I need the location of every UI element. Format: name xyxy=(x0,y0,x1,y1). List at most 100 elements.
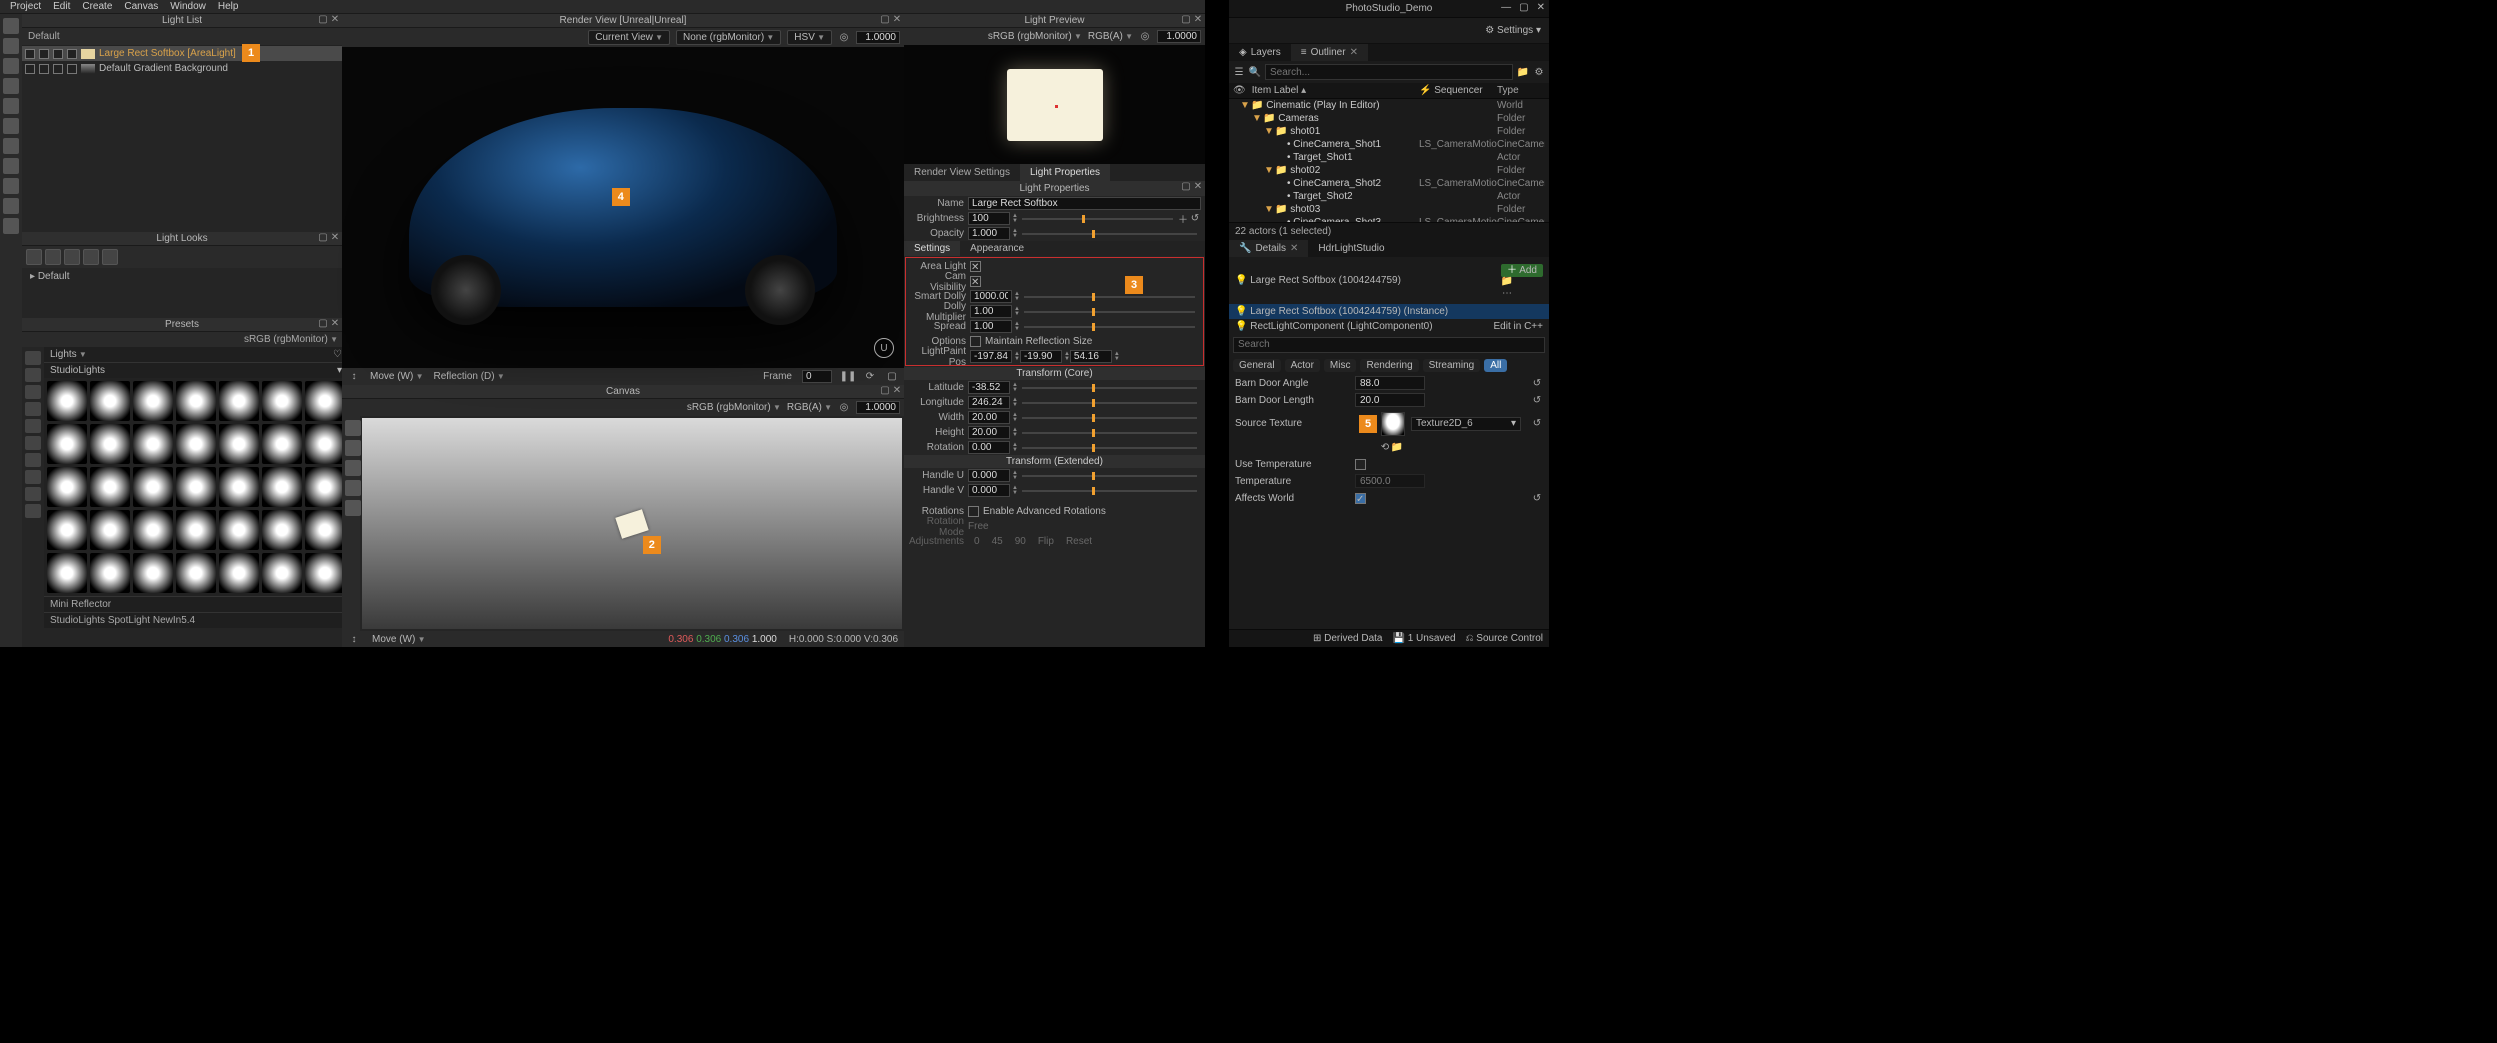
ptool-2[interactable] xyxy=(25,368,41,382)
ptool-5[interactable] xyxy=(25,419,41,433)
preset-thumb[interactable] xyxy=(90,467,130,507)
texture-dropdown[interactable]: Texture2D_6▾ xyxy=(1411,417,1521,431)
lp-monitor[interactable]: sRGB (rgbMonitor) xyxy=(988,31,1082,42)
add-icon[interactable]: ＋ xyxy=(1177,213,1189,225)
preset-thumb[interactable] xyxy=(133,553,173,593)
subtab-appearance[interactable]: Appearance xyxy=(960,241,1034,256)
preset-thumb[interactable] xyxy=(176,510,216,550)
pause-icon[interactable]: ❚❚ xyxy=(842,371,854,383)
refresh-icon[interactable]: ⟳ xyxy=(864,371,876,383)
tool-6[interactable] xyxy=(3,118,19,134)
settings-icon[interactable]: ⚙ xyxy=(1533,66,1545,78)
preset-thumb[interactable] xyxy=(133,510,173,550)
reset-icon[interactable]: ↺ xyxy=(1531,418,1543,430)
undock-icon[interactable]: ▢ xyxy=(318,14,328,24)
tab-render-settings[interactable]: Render View Settings xyxy=(904,164,1020,181)
maximize-icon[interactable]: ▢ xyxy=(1519,2,1528,13)
maintain-refl-checkbox[interactable] xyxy=(970,336,981,347)
preset-thumb[interactable] xyxy=(305,381,345,421)
canvas-tool-2[interactable] xyxy=(345,440,361,456)
canvas-tool-4[interactable] xyxy=(345,480,361,496)
light-row-bg[interactable]: Default Gradient Background xyxy=(22,61,342,76)
undock-icon[interactable]: ▢ xyxy=(880,14,890,24)
preset-thumb[interactable] xyxy=(219,553,259,593)
preset-thumb[interactable] xyxy=(262,424,302,464)
link-checkbox[interactable] xyxy=(67,49,77,59)
texture-thumbnail[interactable] xyxy=(1381,412,1405,436)
move-mode[interactable]: Move (W) xyxy=(370,371,423,382)
tab-close-icon[interactable]: ✕ xyxy=(1350,47,1358,58)
preset-thumb[interactable] xyxy=(47,424,87,464)
close-icon[interactable]: ✕ xyxy=(892,385,902,395)
tool-8[interactable] xyxy=(3,158,19,174)
ptool-10[interactable] xyxy=(25,504,41,518)
barn-angle-input[interactable] xyxy=(1355,376,1425,390)
close-icon[interactable]: ✕ xyxy=(330,232,340,242)
move-icon[interactable]: ↕ xyxy=(348,371,360,383)
canvas-tool-1[interactable] xyxy=(345,420,361,436)
looks-btn-3[interactable] xyxy=(64,249,80,265)
canvas-tool-5[interactable] xyxy=(345,500,361,516)
preset-thumb[interactable] xyxy=(262,467,302,507)
longitude-input[interactable] xyxy=(968,396,1010,409)
rotation-input[interactable] xyxy=(968,441,1010,454)
preset-thumb[interactable] xyxy=(133,467,173,507)
browse-icon[interactable]: 📁 xyxy=(1501,276,1513,288)
softbox-handle[interactable] xyxy=(615,509,648,539)
outliner-row[interactable]: ▼📁 Cinematic (Play In Editor)World xyxy=(1229,99,1549,112)
ptool-3[interactable] xyxy=(25,385,41,399)
light-preview-viewport[interactable] xyxy=(904,45,1205,164)
menu-project[interactable]: Project xyxy=(10,1,41,12)
tool-2[interactable] xyxy=(3,38,19,54)
undock-icon[interactable]: ▢ xyxy=(880,385,890,395)
heart-icon[interactable]: ♡ xyxy=(333,349,342,360)
preset-thumb[interactable] xyxy=(47,510,87,550)
outliner-row[interactable]: ▼📁 shot02Folder xyxy=(1229,164,1549,177)
undock-icon[interactable]: ▢ xyxy=(1181,14,1191,24)
tab-layers[interactable]: ◈ Layers xyxy=(1229,44,1291,61)
canvas-monitor[interactable]: sRGB (rgbMonitor) xyxy=(687,402,781,413)
longitude-slider[interactable] xyxy=(1022,402,1197,404)
source-control[interactable]: ⎌ Source Control xyxy=(1466,633,1543,644)
outliner-row[interactable]: • Target_Shot1Actor xyxy=(1229,151,1549,164)
move-icon[interactable]: ↕ xyxy=(348,633,360,645)
use-temp-checkbox[interactable] xyxy=(1355,459,1366,470)
tool-10[interactable] xyxy=(3,198,19,214)
enable-checkbox[interactable] xyxy=(25,49,35,59)
menu-help[interactable]: Help xyxy=(218,1,239,12)
canvas-zoom[interactable]: 1.0000 xyxy=(856,401,900,414)
derived-data[interactable]: ⊞ Derived Data xyxy=(1313,633,1383,644)
more-icon[interactable]: ⋯ xyxy=(1501,288,1513,300)
presets-category[interactable]: Lights xyxy=(50,349,87,360)
spread-input[interactable] xyxy=(970,320,1012,333)
dolly-mult-input[interactable] xyxy=(970,305,1012,318)
looks-btn-4[interactable] xyxy=(83,249,99,265)
preset-thumb[interactable] xyxy=(90,381,130,421)
preset-thumb[interactable] xyxy=(219,510,259,550)
looks-btn-5[interactable] xyxy=(102,249,118,265)
tool-11[interactable] xyxy=(3,218,19,234)
details-search[interactable] xyxy=(1233,337,1545,353)
solo-checkbox[interactable] xyxy=(39,64,49,74)
handleu-input[interactable] xyxy=(968,469,1010,482)
close-icon[interactable]: ✕ xyxy=(1193,181,1203,191)
filter-icon[interactable]: ☰ xyxy=(1233,66,1245,78)
preset-thumb[interactable] xyxy=(176,424,216,464)
pill-streaming[interactable]: Streaming xyxy=(1423,359,1481,372)
latitude-slider[interactable] xyxy=(1022,387,1197,389)
height-input[interactable] xyxy=(968,426,1010,439)
close-icon[interactable]: ✕ xyxy=(1537,2,1545,13)
browse-icon[interactable]: 📁 xyxy=(1391,441,1403,453)
light-row-softbox[interactable]: Large Rect Softbox [AreaLight] xyxy=(22,46,342,61)
tool-1[interactable] xyxy=(3,18,19,34)
reflection-mode[interactable]: Reflection (D) xyxy=(433,371,504,382)
preset-thumb[interactable] xyxy=(47,381,87,421)
preset-thumb[interactable] xyxy=(262,553,302,593)
tab-outliner[interactable]: ≡ Outliner ✕ xyxy=(1291,44,1368,61)
tab-hdrlightstudio[interactable]: HdrLightStudio xyxy=(1308,240,1394,257)
preset-thumb[interactable] xyxy=(305,424,345,464)
presets-sub[interactable]: StudioLights▾ xyxy=(44,362,348,378)
tool-3[interactable] xyxy=(3,58,19,74)
solo-checkbox[interactable] xyxy=(39,49,49,59)
tool-9[interactable] xyxy=(3,178,19,194)
